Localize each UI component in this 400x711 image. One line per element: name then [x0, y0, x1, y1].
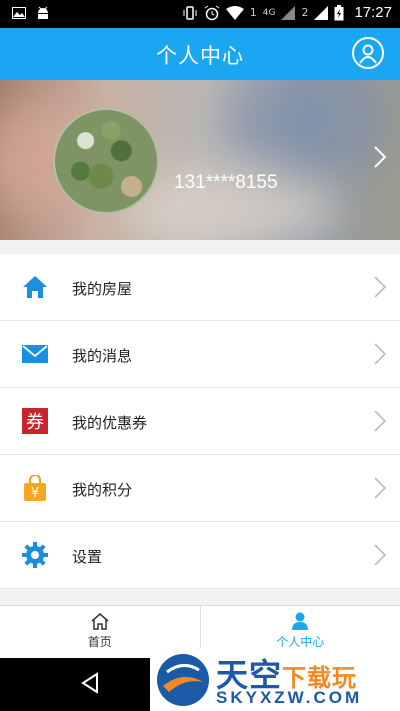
status-bar: 1 4G 2 17:27 — [0, 0, 400, 28]
menu-list: 我的房屋 我的消息 券 我的优惠券 ¥ 我的积分 设置 — [0, 254, 400, 589]
sim2-label: 2 — [301, 6, 309, 19]
chevron-right-icon — [374, 343, 386, 365]
sim1-label: 1 — [249, 6, 257, 19]
home-outline-icon — [91, 613, 109, 630]
menu-item-messages[interactable]: 我的消息 — [0, 321, 400, 388]
vibrate-icon — [183, 5, 197, 20]
back-icon[interactable] — [80, 672, 100, 694]
chevron-right-icon — [374, 410, 386, 432]
menu-item-label: 我的消息 — [72, 347, 133, 365]
profile-phone: 131****8155 — [174, 172, 278, 193]
watermark-domain: SKYXZW.COM — [216, 688, 363, 707]
profile-header[interactable]: 131****8155 — [0, 80, 400, 240]
mail-icon — [22, 345, 48, 363]
network-type: 4G — [262, 7, 276, 18]
wifi-icon — [225, 5, 244, 20]
home-icon — [23, 276, 47, 298]
account-button[interactable] — [352, 37, 384, 69]
avatar[interactable] — [53, 108, 159, 214]
points-bag-icon: ¥ — [24, 475, 46, 501]
menu-item-label: 设置 — [72, 548, 103, 566]
chevron-right-icon — [374, 544, 386, 566]
menu-item-houses[interactable]: 我的房屋 — [0, 254, 400, 321]
menu-item-label: 我的积分 — [72, 481, 133, 499]
coupon-icon: 券 — [22, 408, 48, 434]
chevron-right-icon[interactable] — [374, 146, 386, 168]
android-icon — [38, 6, 48, 19]
chevron-right-icon — [374, 276, 386, 298]
menu-item-settings[interactable]: 设置 — [0, 522, 400, 589]
page-title: 个人中心 — [156, 44, 244, 68]
person-icon — [292, 612, 309, 630]
clock: 17:27 — [354, 4, 392, 21]
alarm-icon — [204, 5, 220, 20]
svg-text:¥: ¥ — [31, 486, 39, 501]
svg-text:券: 券 — [26, 412, 44, 433]
menu-item-label: 我的优惠券 — [72, 414, 148, 432]
menu-item-points[interactable]: ¥ 我的积分 — [0, 455, 400, 522]
image-icon — [12, 7, 26, 19]
signal-icon — [314, 5, 329, 20]
battery-charging-icon — [334, 4, 344, 20]
gear-icon — [22, 542, 48, 568]
title-bar: 个人中心 — [0, 28, 400, 80]
sky-logo-icon — [157, 654, 209, 706]
watermark: 天空下载玩 SKYXZW.COM — [150, 648, 400, 711]
user-outline-icon — [359, 44, 377, 64]
chevron-right-icon — [374, 477, 386, 499]
signal-icon — [281, 5, 296, 20]
menu-item-label: 我的房屋 — [72, 280, 133, 298]
menu-item-coupons[interactable]: 券 我的优惠券 — [0, 388, 400, 455]
